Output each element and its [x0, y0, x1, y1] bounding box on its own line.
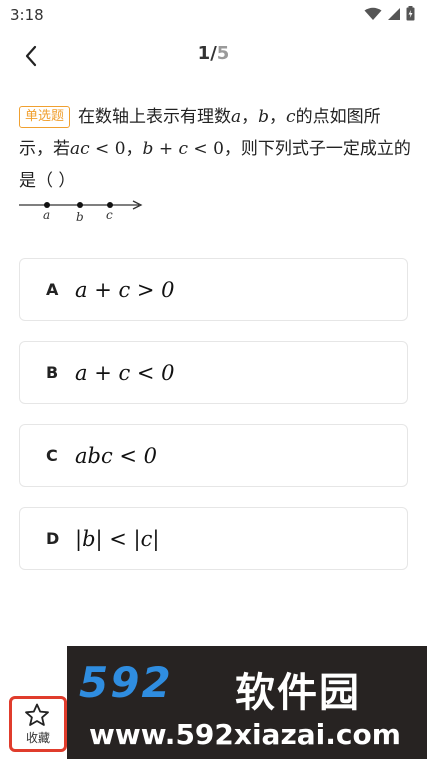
number-line-figure: a b c — [19, 200, 143, 224]
option-b-letter: B — [46, 363, 59, 382]
nav-bar: 1/5 — [0, 34, 427, 76]
status-time: 3:18 — [10, 6, 44, 24]
option-d[interactable]: D |b| < |c| — [19, 507, 408, 570]
status-icons — [364, 6, 415, 21]
question-text-1: 在数轴上表示有理数 — [78, 107, 232, 127]
var-c: c — [286, 107, 296, 127]
label-a: a — [43, 208, 50, 222]
favorite-label: 收藏 — [25, 731, 50, 745]
condition-2-op: < 0 — [188, 139, 224, 159]
star-icon — [25, 703, 49, 726]
option-b[interactable]: B a + c < 0 — [19, 341, 408, 404]
condition-2-b: b — [142, 139, 154, 159]
watermark-logo: 592 — [79, 658, 173, 707]
condition-2-c: c — [178, 139, 189, 159]
page-separator: / — [210, 43, 217, 64]
option-d-text: |b| < |c| — [75, 527, 160, 551]
sep-2: ， — [269, 107, 287, 127]
sep-3: ， — [125, 139, 143, 159]
label-b: b — [76, 210, 84, 224]
total-pages: 5 — [216, 43, 230, 64]
signal-icon — [388, 7, 400, 20]
option-a[interactable]: A a + c > 0 — [19, 258, 408, 321]
option-a-text: a + c > 0 — [75, 278, 175, 302]
wifi-icon — [364, 7, 382, 20]
status-bar: 3:18 — [0, 0, 427, 30]
option-b-text: a + c < 0 — [75, 361, 175, 385]
label-c: c — [106, 208, 113, 222]
battery-icon — [406, 6, 415, 21]
watermark: 592 软件园 www.592xiazai.com — [67, 646, 427, 759]
point-b — [77, 202, 83, 208]
option-c[interactable]: C abc < 0 — [19, 424, 408, 487]
favorite-button[interactable]: 收藏 — [9, 696, 67, 752]
condition-1-op: < 0 — [89, 139, 126, 159]
option-d-letter: D — [46, 529, 60, 548]
option-c-letter: C — [46, 446, 58, 465]
current-page: 1 — [197, 43, 211, 64]
condition-1: ac — [70, 139, 90, 159]
var-b: b — [258, 107, 270, 127]
sep-1: ， — [241, 107, 259, 127]
page-counter: 1/5 — [0, 43, 427, 64]
condition-2-plus: + — [153, 139, 179, 159]
question-type-badge: 单选题 — [19, 106, 71, 128]
watermark-name: 软件园 — [235, 670, 361, 716]
question-stem: 单选题 在数轴上表示有理数a，b，c的点如图所示，若ac < 0，b + c < … — [19, 101, 411, 197]
option-c-text: abc < 0 — [75, 444, 158, 468]
var-a: a — [231, 107, 242, 127]
watermark-url: www.592xiazai.com — [89, 718, 401, 751]
option-a-letter: A — [46, 280, 59, 299]
